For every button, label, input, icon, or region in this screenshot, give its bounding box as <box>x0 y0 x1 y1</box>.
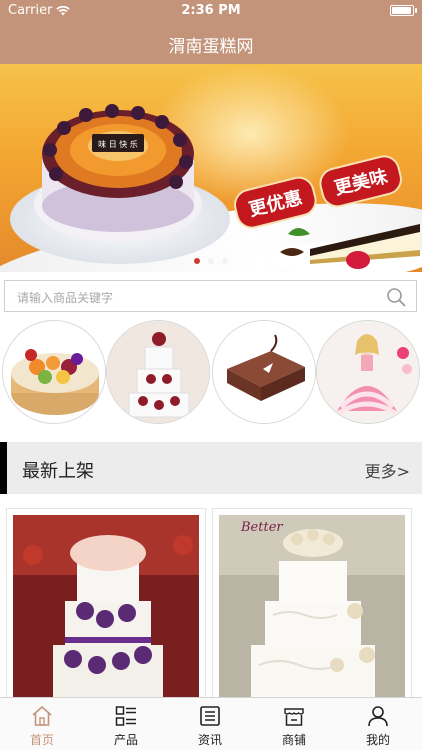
fruit-cake-image <box>3 321 105 423</box>
tab-shop[interactable]: 商铺 <box>252 698 336 750</box>
product-card[interactable]: Better <box>212 508 412 708</box>
tab-profile-label: 我的 <box>365 733 390 747</box>
tab-profile[interactable]: 我的 <box>336 698 420 750</box>
status-bar: Carrier 2:36 PM <box>0 0 422 22</box>
home-icon <box>32 705 52 726</box>
shop-icon <box>284 708 304 726</box>
product-card[interactable] <box>6 508 206 708</box>
status-time: 2:36 PM <box>181 3 241 18</box>
category-chocolate-cake[interactable] <box>212 320 316 424</box>
banner-pagination-dots[interactable] <box>0 258 422 264</box>
page-title: 渭南蛋糕网 <box>168 37 254 57</box>
tab-news-label: 资讯 <box>197 733 222 747</box>
chocolate-cake-image <box>213 321 315 423</box>
category-doll-cake[interactable] <box>316 320 420 424</box>
section-title: 最新上架 <box>22 461 94 482</box>
banner-fruit-cake-image: 味 日 快 乐 <box>34 104 202 242</box>
product-grid: Better <box>0 508 422 708</box>
category-row <box>0 320 422 428</box>
tab-home[interactable]: 首页 <box>0 698 84 750</box>
search-input[interactable]: 请输入商品关键字 <box>4 280 417 312</box>
search-placeholder: 请输入商品关键字 <box>17 291 114 305</box>
tab-products-label: 产品 <box>113 733 138 747</box>
grid-list-icon <box>115 706 136 726</box>
tab-news[interactable]: 资讯 <box>168 698 252 750</box>
more-link[interactable]: 更多> <box>365 458 410 482</box>
section-accent-bar <box>0 442 7 494</box>
new-arrivals-header: 最新上架 更多> <box>0 442 422 494</box>
news-icon <box>200 706 220 726</box>
bottom-tab-bar: 首页 产品 资讯 商铺 我的 <box>0 697 422 750</box>
product-image <box>13 515 199 707</box>
tiered-cake-image <box>107 321 209 423</box>
tab-shop-label: 商铺 <box>281 733 306 747</box>
banner-dot-3[interactable] <box>222 258 228 264</box>
banner-dot-1[interactable] <box>194 258 200 264</box>
doll-cake-image <box>317 321 419 423</box>
category-fruit-cake[interactable] <box>2 320 106 424</box>
tab-home-label: 首页 <box>29 733 54 747</box>
purple-rose-cake-image <box>13 515 199 705</box>
banner-cake-plaque: 味 日 快 乐 <box>98 139 138 149</box>
tab-products[interactable]: 产品 <box>84 698 168 750</box>
white-flower-cake-image: Better <box>219 515 405 705</box>
category-tiered-cake[interactable] <box>106 320 210 424</box>
product-image: Better <box>219 515 405 707</box>
product-image-text: Better <box>240 520 283 535</box>
search-icon[interactable] <box>386 287 406 307</box>
banner-dot-2[interactable] <box>208 258 214 264</box>
user-icon <box>368 706 388 727</box>
promo-banner[interactable]: 味 日 快 乐 更优惠 更美味 <box>0 64 422 272</box>
battery-icon <box>390 5 417 16</box>
top-bar: Carrier 2:36 PM 渭南蛋糕网 <box>0 0 422 64</box>
